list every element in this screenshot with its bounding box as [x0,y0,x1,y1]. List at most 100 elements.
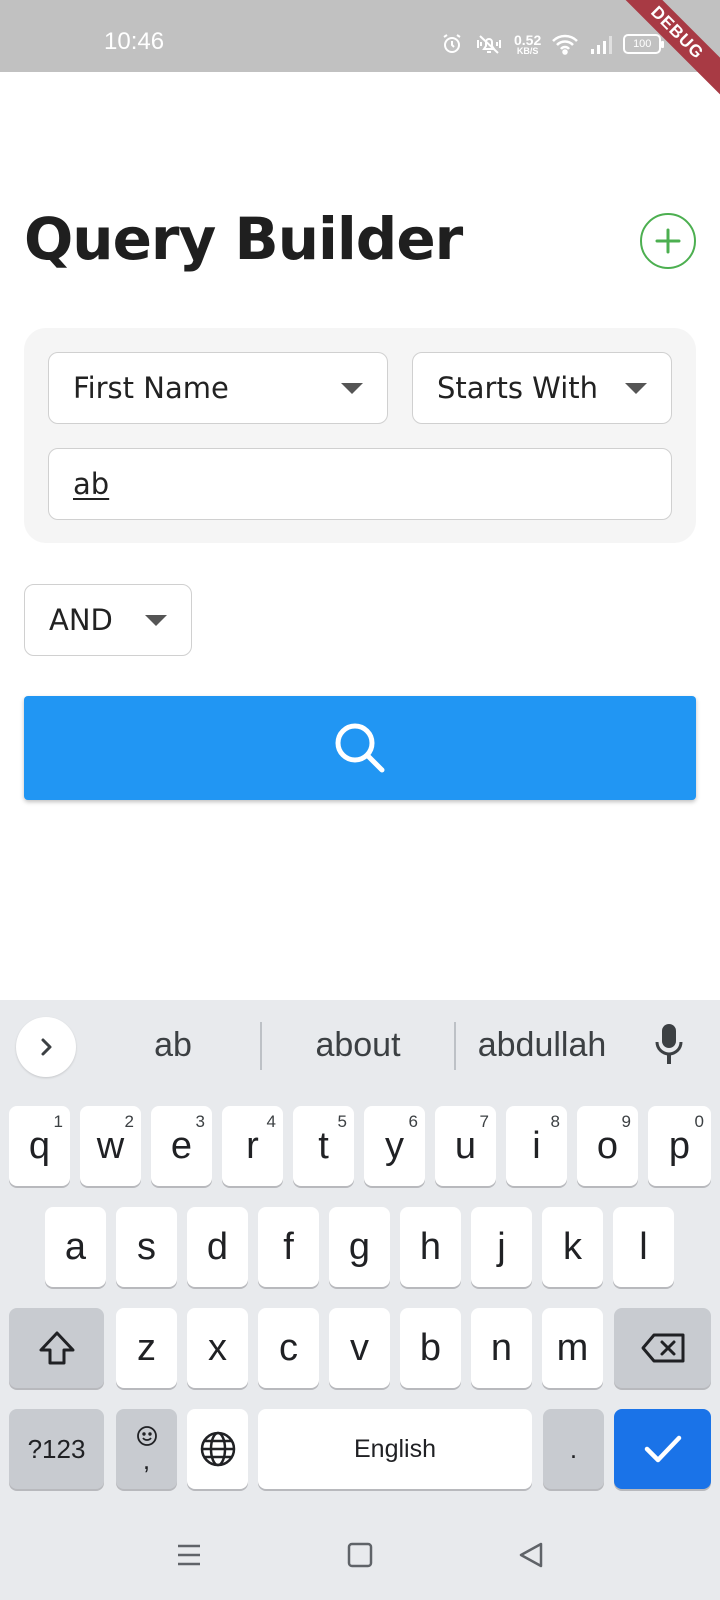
operator-dropdown-value: Starts With [437,371,599,405]
key-o[interactable]: o9 [577,1106,638,1186]
comma-key[interactable]: , [116,1409,177,1489]
net-speed: 0.52 KB/S [514,33,541,56]
plus-icon [655,228,681,254]
search-button[interactable] [24,696,696,800]
shift-key[interactable] [9,1308,104,1388]
key-i[interactable]: i8 [506,1106,567,1186]
key-k[interactable]: k [542,1207,603,1287]
backspace-key[interactable] [614,1308,711,1388]
key-label: u [454,1124,477,1167]
caret-down-icon [625,382,647,394]
suggestion-3[interactable]: abdullah [460,1026,624,1065]
globe-icon [200,1431,235,1467]
space-key[interactable]: English [258,1409,532,1489]
key-v[interactable]: v [329,1308,390,1388]
keyboard-expand-button[interactable] [16,1017,76,1077]
key-a[interactable]: a [45,1207,106,1287]
net-speed-unit: KB/S [516,45,539,56]
language-key[interactable] [187,1409,248,1489]
key-g[interactable]: g [329,1207,390,1287]
key-y[interactable]: y6 [364,1106,425,1186]
key-label: w [96,1124,125,1167]
key-r[interactable]: r4 [222,1106,283,1186]
logic-dropdown-value: AND [49,603,113,637]
key-label: o [596,1124,619,1167]
symbols-key[interactable]: ?123 [9,1409,104,1489]
logic-dropdown[interactable]: AND [24,584,192,656]
key-hint: 3 [195,1112,205,1131]
key-m[interactable]: m [542,1308,603,1388]
back-icon[interactable] [517,1541,545,1569]
key-b[interactable]: b [400,1308,461,1388]
key-q[interactable]: q1 [9,1106,70,1186]
key-n[interactable]: n [471,1308,532,1388]
checkmark-icon [644,1435,681,1463]
enter-key[interactable] [614,1409,711,1489]
space-key-label: English [354,1434,436,1463]
app-screen: 10:46 0.52 KB/S 100 DEBUG Query Builder … [0,0,720,1600]
key-w[interactable]: w2 [80,1106,141,1186]
status-time: 10:46 [104,28,165,55]
key-t[interactable]: t5 [293,1106,354,1186]
emoji-icon [136,1426,157,1446]
home-icon[interactable] [346,1541,374,1569]
key-s[interactable]: s [116,1207,177,1287]
system-nav-bar [0,1510,720,1600]
suggestion-2[interactable]: about [276,1026,440,1065]
key-h[interactable]: h [400,1207,461,1287]
net-speed-value: 0.52 [514,31,542,48]
key-label: t [318,1124,329,1167]
key-hint: 7 [479,1112,489,1131]
signal-icon [591,36,613,54]
key-e[interactable]: e3 [151,1106,212,1186]
key-label: e [170,1124,193,1167]
alarm-icon [443,34,461,53]
key-label: q [28,1124,51,1167]
period-key[interactable]: . [543,1409,604,1489]
suggestion-1[interactable]: ab [110,1026,236,1065]
suggestion-divider [454,1022,456,1070]
menu-icon[interactable] [175,1541,203,1569]
key-u[interactable]: u7 [435,1106,496,1186]
vibrate-icon [477,35,501,54]
battery-icon: 100 [623,34,665,54]
key-hint: 5 [337,1112,347,1131]
operator-dropdown[interactable]: Starts With [412,352,672,424]
key-x[interactable]: x [187,1308,248,1388]
key-c[interactable]: c [258,1308,319,1388]
caret-down-icon [341,382,363,394]
suggestion-divider [260,1022,262,1070]
symbols-key-label: ?123 [27,1433,86,1464]
period-key-label: . [569,1433,578,1464]
key-j[interactable]: j [471,1207,532,1287]
key-label: r [246,1124,259,1167]
search-icon [335,723,385,773]
key-label: i [532,1124,541,1167]
add-condition-button[interactable] [640,213,696,269]
shift-icon [39,1331,74,1365]
comma-key-label: , [142,1445,151,1475]
chevron-right-icon [41,1038,52,1056]
key-z[interactable]: z [116,1308,177,1388]
key-p[interactable]: p0 [648,1106,711,1186]
status-bar: 10:46 0.52 KB/S 100 [0,0,720,72]
key-label: y [385,1124,404,1167]
suggestion-bar: ab about abdullah [0,1000,720,1096]
value-input[interactable]: ab [48,448,672,520]
key-d[interactable]: d [187,1207,248,1287]
soft-keyboard: ab about abdullah q1 w2 e3 r4 t5 y6 u7 i… [0,1000,720,1600]
field-dropdown[interactable]: First Name [48,352,388,424]
key-hint: 8 [550,1112,560,1131]
key-hint: 2 [124,1112,134,1131]
status-icons: 0.52 KB/S 100 [440,30,665,58]
mic-icon[interactable] [654,1024,684,1066]
backspace-icon [641,1333,684,1363]
key-l[interactable]: l [613,1207,674,1287]
caret-down-icon [145,614,167,626]
key-f[interactable]: f [258,1207,319,1287]
key-hint: 4 [266,1112,276,1131]
page-title: Query Builder [24,205,463,273]
wifi-icon [552,34,579,55]
key-label: p [668,1124,691,1167]
key-hint: 9 [621,1112,631,1131]
